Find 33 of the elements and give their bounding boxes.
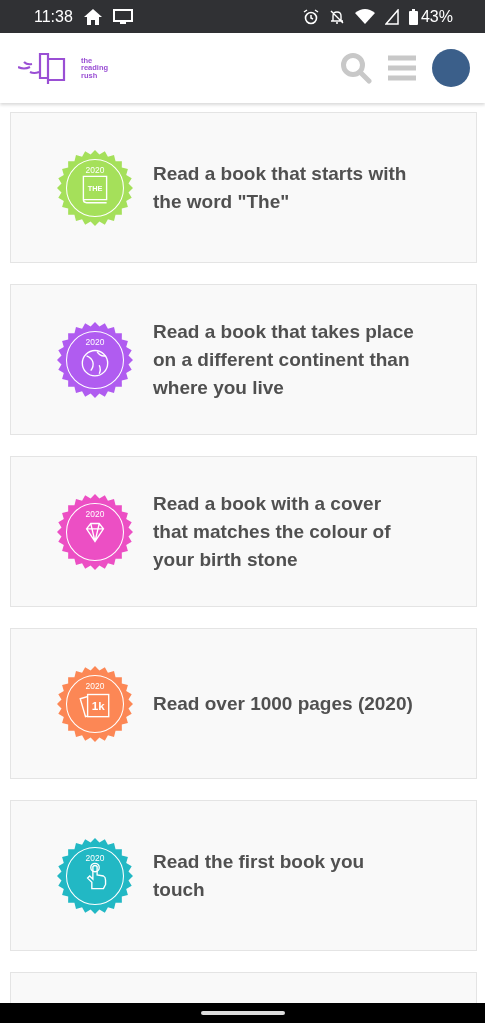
monitor-icon xyxy=(112,8,133,25)
book-icon xyxy=(82,175,108,203)
signal-icon xyxy=(384,8,399,25)
badge-year: 2020 xyxy=(85,852,105,863)
pointing-hand-icon xyxy=(86,862,107,889)
gem-icon xyxy=(85,522,105,542)
challenge-card[interactable]: 2020 THE Read a book that starts with the word "The" xyxy=(10,112,477,263)
challenge-title: Read the first book you touch xyxy=(153,849,366,902)
badge-year: 2020 xyxy=(85,164,105,175)
challenge-card[interactable]: 2020 Read the first book you touch xyxy=(10,800,477,951)
avatar[interactable] xyxy=(432,49,470,87)
wifi-icon xyxy=(354,8,375,25)
alarm-icon xyxy=(302,8,319,25)
clock: 11:38 xyxy=(34,7,73,26)
challenge-title: Read over 1000 pages (2020) xyxy=(153,691,414,716)
globe-icon xyxy=(81,349,109,376)
challenge-title: Read a book that takes place on a different continent than where you live xyxy=(153,319,415,400)
battery-icon xyxy=(408,8,418,25)
challenge-card[interactable]: 2020 Read a book that takes place on a different continent than where you live xyxy=(10,284,477,435)
challenge-title: Read a book that starts with the word "The" xyxy=(153,161,408,214)
home-icon xyxy=(82,7,103,26)
home-indicator[interactable] xyxy=(200,1011,285,1015)
bell-off-icon xyxy=(328,8,345,25)
badge-label: 1k xyxy=(91,698,105,712)
badge-year: 2020 xyxy=(85,336,105,347)
pages-icon xyxy=(79,693,110,718)
challenge-card[interactable]: 2020 1k Read over 1000 pages (2020) xyxy=(10,628,477,779)
challenge-title: Read a book with a cover that matches the colour of your birth stone xyxy=(153,491,392,572)
challenge-card[interactable]: 2020 Read a book with a cover that matches the colour of your birth stone xyxy=(10,456,477,607)
badge-year: 2020 xyxy=(85,508,105,519)
battery-percent: 43% xyxy=(420,7,453,26)
badge-year: 2020 xyxy=(85,680,105,691)
badge-label: THE xyxy=(87,183,103,193)
